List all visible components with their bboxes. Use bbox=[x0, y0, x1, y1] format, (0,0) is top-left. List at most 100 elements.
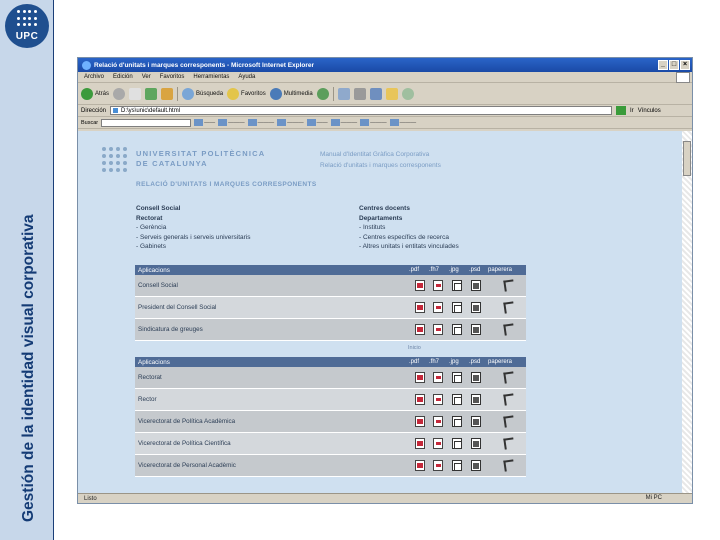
menu-favoritos[interactable]: Favoritos bbox=[160, 74, 185, 80]
pdf-file-icon[interactable] bbox=[415, 438, 425, 449]
link-consell-social[interactable]: Consell Social bbox=[136, 204, 251, 214]
page-heading: RELACIÓ D'UNITATS I MARQUES CORRESPONENT… bbox=[136, 181, 317, 188]
inicio-link[interactable]: Inicio bbox=[408, 345, 421, 351]
search-toolbar-button[interactable]: ——— bbox=[218, 119, 245, 126]
print-button[interactable] bbox=[353, 87, 366, 100]
units-column-left: Consell Social Rectorat - Gerència - Ser… bbox=[136, 204, 251, 252]
vertical-scrollbar[interactable] bbox=[682, 131, 692, 494]
jpg-file-icon[interactable] bbox=[452, 416, 462, 427]
go-button[interactable] bbox=[616, 106, 627, 115]
menu-herramientas[interactable]: Herramientas bbox=[193, 74, 229, 80]
search-input[interactable] bbox=[101, 118, 192, 127]
link-serveis[interactable]: - Serveis generals i serveis universitar… bbox=[136, 233, 251, 243]
jpg-file-icon[interactable] bbox=[452, 302, 462, 313]
page-upc-logo bbox=[102, 147, 128, 173]
fh7-file-icon[interactable] bbox=[433, 438, 443, 449]
search-toolbar-button[interactable]: ——— bbox=[330, 119, 357, 126]
address-input[interactable]: D:\ys\unic\default.html bbox=[110, 106, 613, 115]
fh7-file-icon[interactable] bbox=[433, 302, 443, 313]
link-rectorat[interactable]: Rectorat bbox=[136, 214, 251, 224]
psd-file-icon[interactable] bbox=[471, 438, 481, 449]
paperera-icon[interactable] bbox=[503, 371, 515, 384]
edit-button[interactable] bbox=[369, 87, 382, 100]
search-toolbar-button[interactable]: —— bbox=[306, 119, 328, 126]
psd-file-icon[interactable] bbox=[471, 372, 481, 383]
pdf-file-icon[interactable] bbox=[415, 394, 425, 405]
toolbar-icon bbox=[360, 119, 370, 126]
pdf-file-icon[interactable] bbox=[415, 302, 425, 313]
pdf-file-icon[interactable] bbox=[415, 324, 425, 335]
psd-file-icon[interactable] bbox=[471, 416, 481, 427]
fh7-file-icon[interactable] bbox=[433, 372, 443, 383]
paperera-icon[interactable] bbox=[503, 393, 515, 406]
messenger-button[interactable] bbox=[401, 87, 414, 100]
search-toolbar-button[interactable]: ——— bbox=[277, 119, 304, 126]
pdf-file-icon[interactable] bbox=[415, 416, 425, 427]
psd-file-icon[interactable] bbox=[471, 460, 481, 471]
menu-archivo[interactable]: Archivo bbox=[84, 74, 104, 80]
paperera-icon[interactable] bbox=[503, 279, 515, 292]
go-label[interactable]: Ir bbox=[630, 108, 634, 114]
menu-ayuda[interactable]: Ayuda bbox=[238, 74, 255, 80]
paperera-icon[interactable] bbox=[503, 415, 515, 428]
search-toolbar-button[interactable]: ——— bbox=[247, 119, 274, 126]
university-name-line1: UNIVERSITAT POLITÈCNICA bbox=[136, 149, 266, 158]
search-toolbar-button[interactable]: ——— bbox=[389, 119, 416, 126]
folder-button[interactable] bbox=[385, 87, 398, 100]
paperera-icon[interactable] bbox=[503, 323, 515, 336]
link-instituts[interactable]: - Instituts bbox=[359, 223, 459, 233]
jpg-file-icon[interactable] bbox=[452, 394, 462, 405]
mail-button[interactable] bbox=[337, 87, 350, 100]
fh7-file-icon[interactable] bbox=[433, 416, 443, 427]
pdf-file-icon[interactable] bbox=[415, 372, 425, 383]
maximize-button[interactable]: □ bbox=[669, 60, 679, 70]
search-toolbar: Buscar —— ——— ——— ——— —— ——— ——— ——— bbox=[78, 117, 692, 129]
forward-button[interactable] bbox=[113, 87, 126, 100]
toolbar-icon bbox=[306, 119, 316, 126]
stop-button[interactable] bbox=[129, 87, 142, 100]
search-button[interactable]: Búsqueda bbox=[182, 87, 223, 100]
paperera-icon[interactable] bbox=[503, 301, 515, 314]
pdf-file-icon[interactable] bbox=[415, 280, 425, 291]
menu-edicion[interactable]: Edición bbox=[113, 74, 133, 80]
home-button[interactable] bbox=[161, 87, 174, 100]
jpg-file-icon[interactable] bbox=[452, 324, 462, 335]
link-altres-unitats[interactable]: - Altres unitats i entitats vinculades bbox=[359, 242, 459, 252]
close-button[interactable]: × bbox=[680, 60, 690, 70]
pdf-file-icon[interactable] bbox=[415, 460, 425, 471]
multimedia-button[interactable]: Multimedia bbox=[269, 87, 313, 100]
link-centres-recerca[interactable]: - Centres específics de recerca bbox=[359, 233, 459, 243]
paperera-icon[interactable] bbox=[503, 437, 515, 450]
psd-file-icon[interactable] bbox=[471, 302, 481, 313]
paperera-icon[interactable] bbox=[503, 459, 515, 472]
refresh-button[interactable] bbox=[145, 87, 158, 100]
search-toolbar-button[interactable]: ——— bbox=[360, 119, 387, 126]
links-label[interactable]: Vínculos bbox=[638, 108, 661, 114]
psd-file-icon[interactable] bbox=[471, 394, 481, 405]
link-centres-docents[interactable]: Centres docents bbox=[359, 204, 459, 214]
menu-ver[interactable]: Ver bbox=[142, 74, 151, 80]
history-button[interactable] bbox=[316, 87, 329, 100]
jpg-file-icon[interactable] bbox=[452, 280, 462, 291]
link-gabinets[interactable]: - Gabinets bbox=[136, 242, 251, 252]
fh7-file-icon[interactable] bbox=[433, 394, 443, 405]
applications-table-2: Aplicacions .pdf .fh7 .jpg .psd paperera… bbox=[135, 357, 526, 477]
favorites-button[interactable]: Favoritos bbox=[227, 87, 266, 100]
search-toolbar-button[interactable]: —— bbox=[194, 119, 215, 126]
back-button[interactable]: Atrás bbox=[81, 87, 109, 100]
link-departaments[interactable]: Departaments bbox=[359, 214, 459, 224]
col-pdf: .pdf bbox=[409, 267, 420, 273]
psd-file-icon[interactable] bbox=[471, 280, 481, 291]
jpg-file-icon[interactable] bbox=[452, 438, 462, 449]
search-toolbar-label: Buscar bbox=[81, 119, 99, 126]
minimize-button[interactable]: _ bbox=[658, 60, 668, 70]
link-gerencia[interactable]: - Gerència bbox=[136, 223, 251, 233]
col-paperera: paperera bbox=[488, 359, 513, 365]
fh7-file-icon[interactable] bbox=[433, 324, 443, 335]
fh7-file-icon[interactable] bbox=[433, 280, 443, 291]
scrollbar-thumb[interactable] bbox=[683, 141, 691, 176]
jpg-file-icon[interactable] bbox=[452, 372, 462, 383]
jpg-file-icon[interactable] bbox=[452, 460, 462, 471]
fh7-file-icon[interactable] bbox=[433, 460, 443, 471]
psd-file-icon[interactable] bbox=[471, 324, 481, 335]
